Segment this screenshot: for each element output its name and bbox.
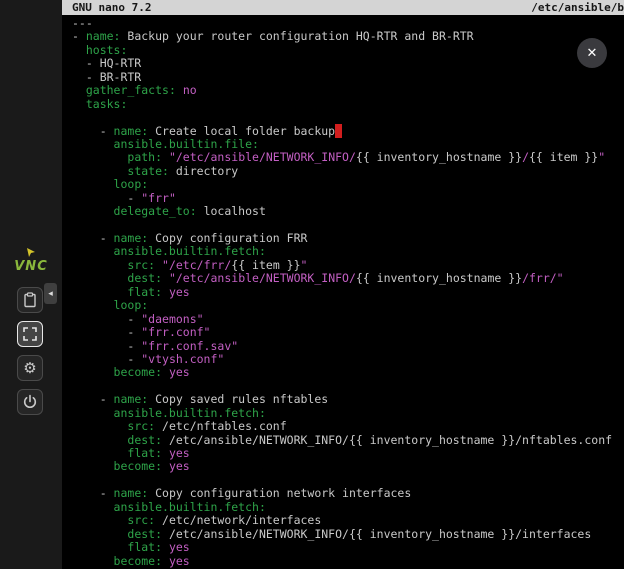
power-button[interactable] <box>17 389 43 415</box>
control-bar-handle[interactable]: ◂ <box>44 283 57 304</box>
code-line: --- <box>72 17 624 30</box>
code-line: - name: Copy configuration FRR <box>72 232 624 245</box>
code-line: flat: yes <box>72 447 624 460</box>
code-line: become: yes <box>72 460 624 473</box>
settings-button[interactable]: ⚙ <box>17 355 43 381</box>
code-line: ansible.builtin.fetch: <box>72 407 624 420</box>
code-line: gather_facts: no <box>72 84 624 97</box>
code-line: flat: yes <box>72 286 624 299</box>
code-line: delegate_to: localhost <box>72 205 624 218</box>
code-line: - name: Copy saved rules nftables <box>72 393 624 406</box>
clipboard-icon <box>22 292 38 308</box>
gear-icon: ⚙ <box>23 361 36 376</box>
code-line: - BR-RTR <box>72 71 624 84</box>
code-line: loop: <box>72 299 624 312</box>
nano-titlebar: GNU nano 7.2 /etc/ansible/b <box>62 0 624 15</box>
code-line: path: "/etc/ansible/NETWORK_INFO/{{ inve… <box>72 151 624 164</box>
novnc-logo-text: VNC <box>14 259 47 274</box>
code-line: - "daemons" <box>72 313 624 326</box>
code-line <box>72 474 624 487</box>
code-line: - "vtysh.conf" <box>72 353 624 366</box>
code-line: - HQ-RTR <box>72 57 624 70</box>
nano-version: GNU nano 7.2 <box>72 1 151 14</box>
vnc-sidebar: VNC ◂ ⚙ <box>0 0 62 569</box>
code-line: hosts: <box>72 44 624 57</box>
code-line: dest: "/etc/ansible/NETWORK_INFO/{{ inve… <box>72 272 624 285</box>
code-line: src: /etc/nftables.conf <box>72 420 624 433</box>
fullscreen-icon <box>22 326 38 342</box>
power-icon <box>22 394 38 410</box>
close-icon: ✕ <box>587 46 598 61</box>
code-line: src: /etc/network/interfaces <box>72 514 624 527</box>
code-line: - name: Create local folder backup <box>72 125 624 138</box>
code-line: state: directory <box>72 165 624 178</box>
code-line: - name: Backup your router configuration… <box>72 30 624 43</box>
code-line: - "frr" <box>72 192 624 205</box>
code-line: loop: <box>72 178 624 191</box>
cursor-icon <box>26 248 36 257</box>
collapse-arrow-icon: ◂ <box>48 289 53 299</box>
code-line: ansible.builtin.fetch: <box>72 501 624 514</box>
close-button[interactable]: ✕ <box>577 38 607 68</box>
code-line <box>72 111 624 124</box>
code-line: tasks: <box>72 98 624 111</box>
screen: VNC ◂ ⚙ GNU nano 7.2 <box>0 0 624 569</box>
code-line: src: "/etc/frr/{{ item }}" <box>72 259 624 272</box>
code-line: flat: yes <box>72 541 624 554</box>
code-line: ansible.builtin.file: <box>72 138 624 151</box>
code-line: become: yes <box>72 555 624 568</box>
fullscreen-button[interactable] <box>17 321 43 347</box>
clipboard-button[interactable] <box>17 287 43 313</box>
code-line: - name: Copy configuration network inter… <box>72 487 624 500</box>
code-line: dest: /etc/ansible/NETWORK_INFO/{{ inven… <box>72 528 624 541</box>
editor-lines[interactable]: ---- name: Backup your router configurat… <box>62 15 624 569</box>
code-line: dest: /etc/ansible/NETWORK_INFO/{{ inven… <box>72 434 624 447</box>
code-line <box>72 219 624 232</box>
code-line: ansible.builtin.fetch: <box>72 245 624 258</box>
code-line: - "frr.conf" <box>72 326 624 339</box>
novnc-logo: VNC <box>0 248 62 274</box>
code-line: become: yes <box>72 366 624 379</box>
terminal: GNU nano 7.2 /etc/ansible/b ---- name: B… <box>62 0 624 569</box>
code-line: - "frr.conf.sav" <box>72 340 624 353</box>
code-line <box>72 380 624 393</box>
nano-filename: /etc/ansible/b <box>531 1 624 14</box>
